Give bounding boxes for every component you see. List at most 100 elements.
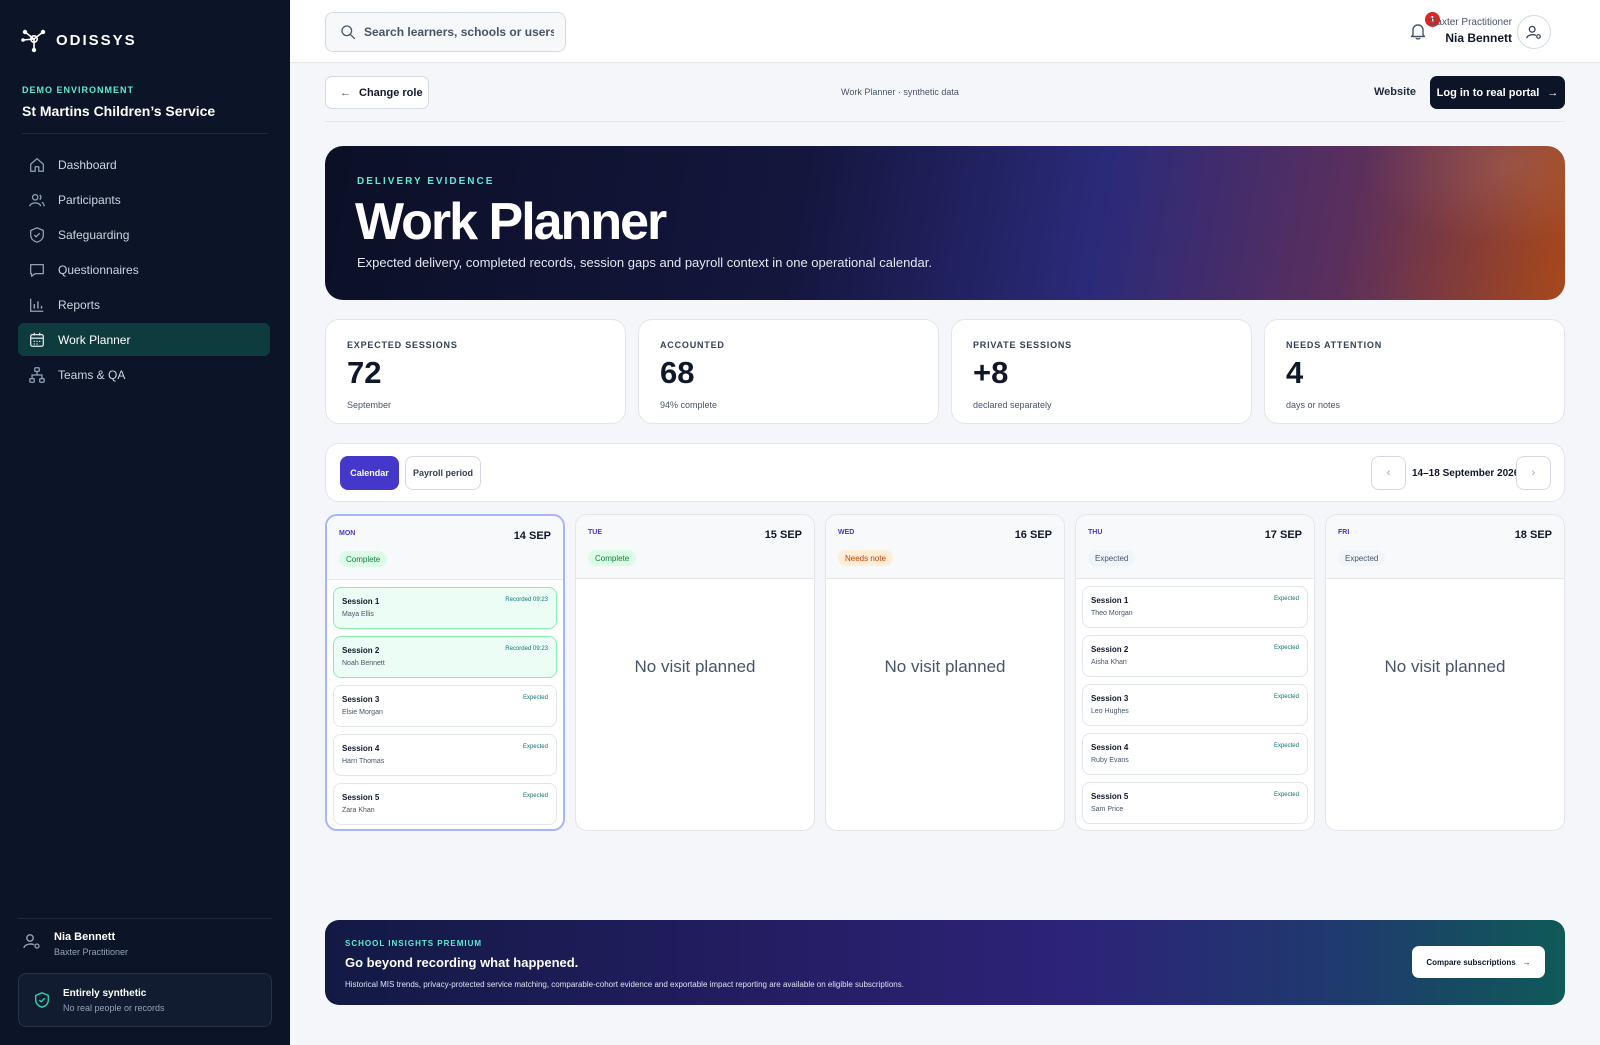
arrow-right-icon: → [1522, 957, 1531, 967]
sidebar-divider [22, 133, 268, 134]
previous-week-button[interactable]: ‹ [1371, 456, 1406, 490]
login-real-portal-button[interactable]: Log in to real portal → [1430, 76, 1565, 109]
session-card[interactable]: Session 3 Elsie Morgan Expected [333, 685, 557, 727]
sidebar-item-work-planner[interactable]: Work Planner [18, 323, 270, 356]
session-card[interactable]: Session 4 Harri Thomas Expected [333, 734, 557, 776]
shield-icon [30, 226, 44, 243]
sidebar-user-role: Baxter Practitioner [54, 947, 129, 957]
sidebar-item-participants[interactable]: Participants [18, 183, 270, 216]
calendar-icon [30, 332, 44, 347]
session-status: Expected [1273, 694, 1299, 700]
next-week-button[interactable]: › [1516, 456, 1551, 490]
session-person: Harri Thomas [342, 758, 385, 765]
session-status: Recorded 09:23 [505, 597, 548, 603]
day-column-fri[interactable]: FRI 18 SEP Expected No visit planned [1325, 514, 1565, 831]
compare-subscriptions-button[interactable]: Compare subscriptions → [1412, 946, 1545, 978]
day-header: MON 14 SEP Complete [327, 516, 563, 580]
day-column-thu[interactable]: THU 17 SEP Expected Session 1 Theo Morga… [1075, 514, 1315, 831]
session-card[interactable]: Session 1 Maya Ellis Recorded 09:23 [333, 587, 557, 629]
session-person: Leo Hughes [1091, 708, 1129, 715]
stat-subtitle: September [347, 400, 392, 410]
session-person: Elsie Morgan [342, 709, 383, 716]
change-role-button[interactable]: ← Change role [325, 76, 429, 109]
top-user-name: Nia Bennett [1445, 31, 1512, 45]
stat-label: NEEDS ATTENTION [1286, 340, 1383, 350]
avatar[interactable] [1517, 15, 1551, 49]
search-box[interactable] [325, 12, 566, 52]
stat-value: 68 [660, 355, 695, 390]
session-person: Maya Ellis [342, 611, 374, 618]
day-date: 14 SEP [513, 530, 551, 542]
status-badge: Complete [339, 551, 388, 567]
session-card[interactable]: Session 5 Zara Khan Expected [333, 783, 557, 825]
stat-label: PRIVATE SESSIONS [973, 340, 1072, 350]
status-badge: Expected [1088, 550, 1136, 566]
day-header: FRI 18 SEP Expected [1326, 515, 1564, 579]
tab-payroll-period[interactable]: Payroll period [405, 456, 481, 490]
stat-card-expected-sessions: EXPECTED SESSIONS 72 September [325, 319, 626, 424]
chevron-right-icon: › [1531, 467, 1536, 479]
sidebar-nav: Dashboard Participants Safeguarding Ques… [18, 148, 270, 393]
day-column-mon[interactable]: MON 14 SEP Complete Session 1 Maya Ellis… [325, 514, 565, 831]
hero-banner: DELIVERY EVIDENCE Work Planner Expected … [325, 146, 1565, 300]
session-card[interactable]: Session 3 Leo Hughes Expected [1082, 684, 1308, 726]
website-link[interactable]: Website [1374, 86, 1416, 98]
sidebar-item-dashboard[interactable]: Dashboard [18, 148, 270, 181]
session-card[interactable]: Session 2 Noah Bennett Recorded 09:23 [333, 636, 557, 678]
sidebar-item-reports[interactable]: Reports [18, 288, 270, 321]
sidebar-item-teams-qa[interactable]: Teams & QA [18, 358, 270, 391]
empty-day-message: No visit planned [634, 657, 756, 676]
day-column-wed[interactable]: WED 16 SEP Needs note No visit planned [825, 514, 1065, 831]
day-date: 18 SEP [1514, 529, 1552, 541]
search-input[interactable] [364, 25, 554, 39]
brand-logo[interactable]: ODISSYS [20, 26, 137, 54]
session-title: Session 2 [1091, 645, 1129, 654]
day-date: 17 SEP [1264, 529, 1302, 541]
day-of-week: MON [339, 530, 356, 537]
top-user-role: Baxter Practitioner [1429, 17, 1512, 28]
sidebar-item-label: Dashboard [58, 157, 117, 172]
stat-card-accounted: ACCOUNTED 68 94% complete [638, 319, 939, 424]
promo-subtitle: Historical MIS trends, privacy-protected… [345, 980, 904, 989]
stat-card-private-sessions: PRIVATE SESSIONS +8 declared separately [951, 319, 1252, 424]
session-status: Expected [522, 695, 548, 701]
home-icon [30, 157, 44, 172]
session-card[interactable]: Session 4 Ruby Evans Expected [1082, 733, 1308, 775]
promo-kicker: SCHOOL INSIGHTS PREMIUM [345, 939, 483, 948]
session-person: Aisha Khan [1091, 659, 1127, 666]
user-settings-icon [23, 934, 40, 949]
top-user-info[interactable]: Baxter Practitioner Nia Bennett [1430, 17, 1512, 45]
session-list: Session 1 Maya Ellis Recorded 09:23 Sess… [327, 580, 563, 825]
search-icon [341, 25, 356, 40]
session-status: Expected [1273, 743, 1299, 749]
users-icon [29, 193, 45, 206]
sidebar-item-label: Safeguarding [58, 227, 130, 242]
session-list: Session 1 Theo Morgan Expected Session 2… [1076, 579, 1314, 824]
tab-calendar[interactable]: Calendar [340, 456, 399, 490]
empty-day-message: No visit planned [884, 657, 1006, 676]
arrow-left-icon: ← [340, 86, 351, 99]
day-column-tue[interactable]: TUE 15 SEP Complete No visit planned [575, 514, 815, 831]
session-card[interactable]: Session 2 Aisha Khan Expected [1082, 635, 1308, 677]
session-status: Expected [522, 793, 548, 799]
sidebar-item-questionnaires[interactable]: Questionnaires [18, 253, 270, 286]
login-label: Log in to real portal [1436, 86, 1540, 99]
day-header: WED 16 SEP Needs note [826, 515, 1064, 579]
molecule-logo-icon [21, 29, 46, 53]
bell-icon[interactable] [1408, 21, 1428, 41]
session-title: Session 2 [342, 646, 380, 655]
sidebar-footer-divider [18, 918, 272, 919]
session-person: Ruby Evans [1091, 757, 1129, 764]
sidebar-item-safeguarding[interactable]: Safeguarding [18, 218, 270, 251]
day-of-week: THU [1088, 529, 1103, 536]
session-card[interactable]: Session 1 Theo Morgan Expected [1082, 586, 1308, 628]
hero-kicker: DELIVERY EVIDENCE [357, 176, 495, 187]
day-header: TUE 15 SEP Complete [576, 515, 814, 579]
stat-label: EXPECTED SESSIONS [347, 340, 458, 350]
synthetic-data-notice: Entirely synthetic No real people or rec… [18, 973, 272, 1027]
session-status: Expected [1273, 596, 1299, 602]
session-title: Session 1 [342, 597, 380, 606]
status-badge: Needs note [838, 550, 893, 566]
session-card[interactable]: Session 5 Sam Price Expected [1082, 782, 1308, 824]
sidebar-user[interactable]: Nia Bennett Baxter Practitioner [22, 931, 128, 957]
